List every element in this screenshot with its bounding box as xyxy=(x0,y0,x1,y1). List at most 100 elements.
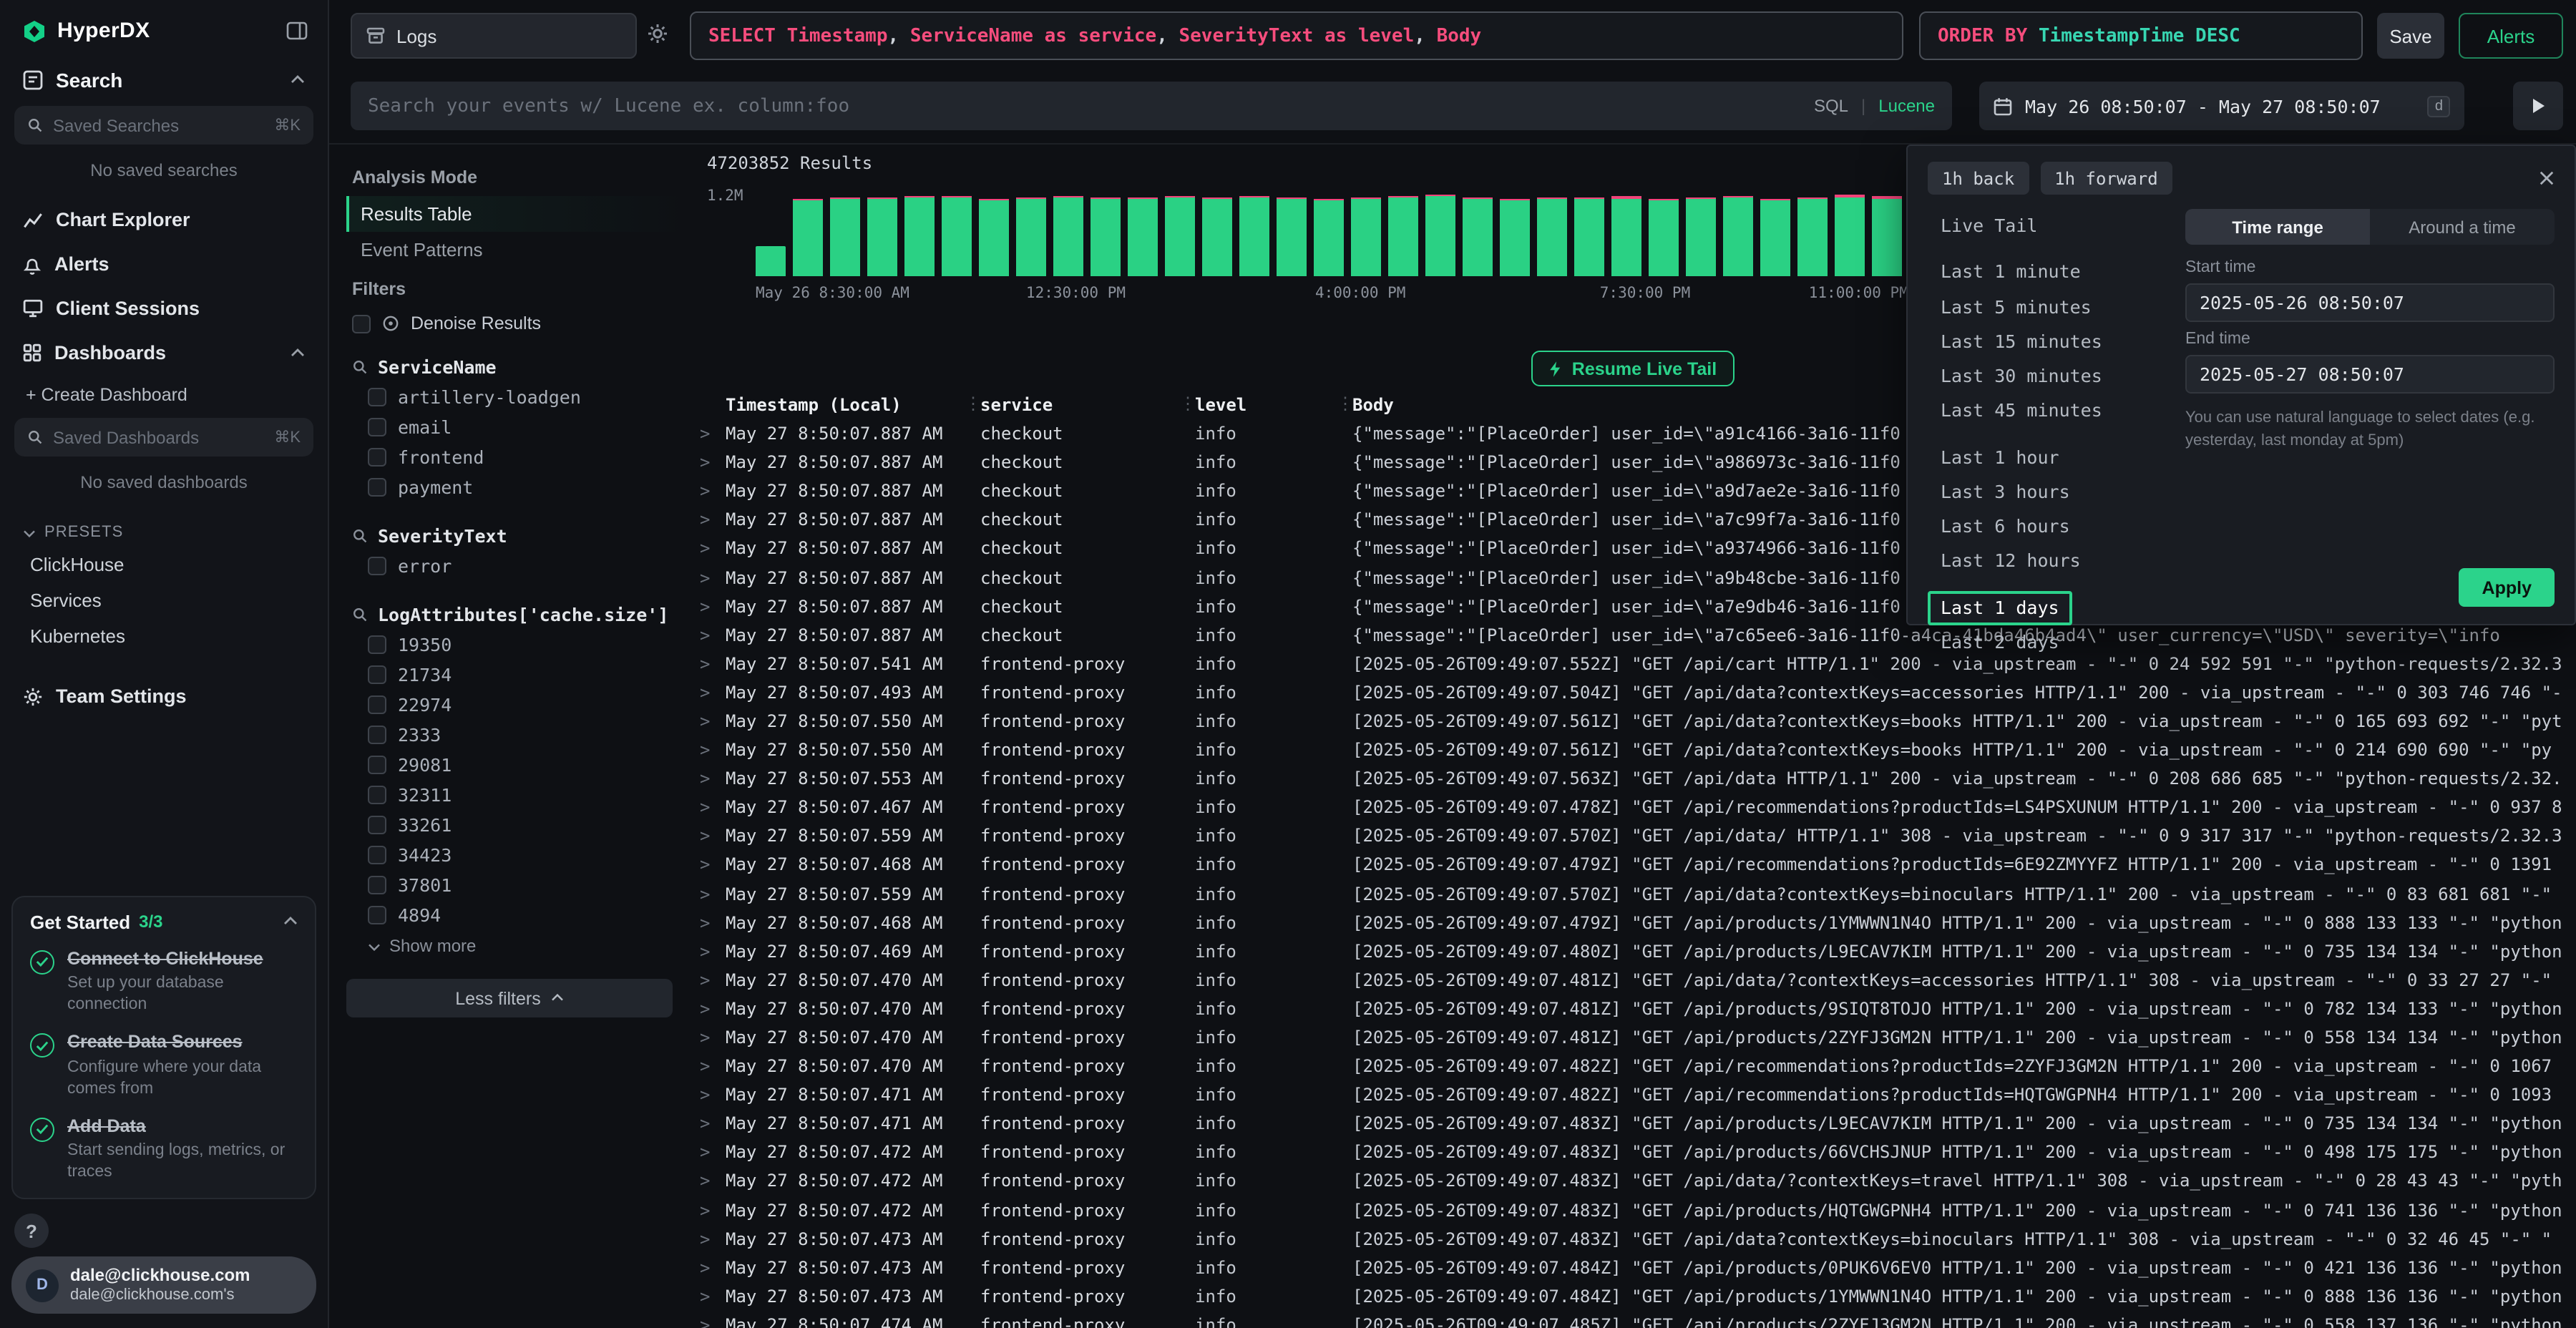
checkbox[interactable] xyxy=(368,478,386,497)
time-option[interactable]: Last 1 hour xyxy=(1928,440,2072,475)
log-table-row[interactable]: >May 27 8:50:07.472 AMfrontend-proxyinfo… xyxy=(690,1167,2576,1196)
log-table-row[interactable]: >May 27 8:50:07.467 AMfrontend-proxyinfo… xyxy=(690,793,2576,821)
sidebar-item-team-settings[interactable]: Team Settings xyxy=(0,674,328,718)
expand-row-chevron[interactable]: > xyxy=(700,1315,726,1328)
histogram-bar[interactable] xyxy=(1425,194,1455,276)
preset-item-clickhouse[interactable]: ClickHouse xyxy=(0,547,328,582)
log-table-row[interactable]: >May 27 8:50:07.559 AMfrontend-proxyinfo… xyxy=(690,879,2576,908)
histogram-bar[interactable] xyxy=(942,195,972,276)
histogram-bar[interactable] xyxy=(793,199,823,277)
expand-row-chevron[interactable]: > xyxy=(700,1229,726,1249)
log-table-row[interactable]: >May 27 8:50:07.472 AMfrontend-proxyinfo… xyxy=(690,1138,2576,1167)
histogram-bar[interactable] xyxy=(1649,199,1679,276)
checkbox[interactable] xyxy=(368,557,386,575)
checkbox[interactable] xyxy=(368,906,386,924)
histogram-bar[interactable] xyxy=(1016,197,1046,276)
checkbox[interactable] xyxy=(368,448,386,467)
expand-row-chevron[interactable]: > xyxy=(700,826,726,846)
histogram-bar[interactable] xyxy=(1760,198,1790,276)
histogram-bar[interactable] xyxy=(904,196,935,276)
filter-checkbox-item[interactable]: 34423 xyxy=(329,840,690,870)
histogram-bar[interactable] xyxy=(1835,195,1865,276)
get-started-step[interactable]: Add Data Start sending logs, metrics, or… xyxy=(30,1115,298,1183)
filter-checkbox-item[interactable]: 22974 xyxy=(329,690,690,720)
time-option[interactable]: Last 1 minute xyxy=(1928,255,2094,290)
select-clause-editor[interactable]: SELECT Timestamp, ServiceName as service… xyxy=(690,11,1903,60)
expand-row-chevron[interactable]: > xyxy=(700,1258,726,1278)
filter-checkbox-item[interactable]: 21734 xyxy=(329,660,690,690)
histogram-bar[interactable] xyxy=(1053,196,1083,276)
checkbox[interactable] xyxy=(368,695,386,714)
histogram-bar[interactable] xyxy=(1128,198,1158,276)
time-option[interactable]: Live Tail xyxy=(1928,209,2050,244)
log-table-row[interactable]: >May 27 8:50:07.468 AMfrontend-proxyinfo… xyxy=(690,908,2576,937)
log-table-row[interactable]: >May 27 8:50:07.473 AMfrontend-proxyinfo… xyxy=(690,1253,2576,1281)
histogram-bar[interactable] xyxy=(979,199,1009,276)
header-timestamp[interactable]: Timestamp (Local) xyxy=(726,395,980,415)
shift-1h-forward-button[interactable]: 1h forward xyxy=(2040,162,2172,195)
expand-row-chevron[interactable]: > xyxy=(700,970,726,990)
time-option[interactable]: Last 5 minutes xyxy=(1928,290,2104,325)
create-dashboard-button[interactable]: + Create Dashboard xyxy=(0,375,328,418)
expand-row-chevron[interactable]: > xyxy=(700,855,726,875)
histogram-bar[interactable] xyxy=(1351,197,1381,276)
checkbox[interactable] xyxy=(368,726,386,744)
user-menu[interactable]: D dale@clickhouse.com dale@clickhouse.co… xyxy=(11,1257,316,1314)
expand-row-chevron[interactable]: > xyxy=(700,539,726,559)
expand-row-chevron[interactable]: > xyxy=(700,1143,726,1163)
time-option[interactable]: Last 6 hours xyxy=(1928,509,2083,545)
checkbox[interactable] xyxy=(368,418,386,436)
expand-row-chevron[interactable]: > xyxy=(700,625,726,645)
histogram-bar[interactable] xyxy=(830,197,860,276)
checkbox[interactable] xyxy=(368,635,386,654)
sidebar-item-chart-explorer[interactable]: Chart Explorer xyxy=(0,197,328,242)
log-table-row[interactable]: >May 27 8:50:07.468 AMfrontend-proxyinfo… xyxy=(690,851,2576,879)
histogram-bar[interactable] xyxy=(867,198,897,277)
expand-row-chevron[interactable]: > xyxy=(700,912,726,932)
header-level[interactable]: level xyxy=(1195,395,1352,415)
filter-checkbox-item[interactable]: 33261 xyxy=(329,810,690,840)
expand-row-chevron[interactable]: > xyxy=(700,510,726,530)
filter-checkbox-item[interactable]: 4894 xyxy=(329,900,690,930)
filter-checkbox-item[interactable]: 2333 xyxy=(329,720,690,750)
sql-mode-toggle[interactable]: SQL xyxy=(1814,96,1848,116)
alerts-button[interactable]: Alerts xyxy=(2459,13,2563,59)
time-option[interactable]: Last 2 days xyxy=(1928,625,2072,660)
filter-checkbox-item[interactable]: payment xyxy=(329,472,690,502)
lucene-mode-toggle[interactable]: Lucene xyxy=(1878,96,1935,116)
expand-row-chevron[interactable]: > xyxy=(700,567,726,587)
expand-row-chevron[interactable]: > xyxy=(700,1085,726,1105)
log-table-row[interactable]: >May 27 8:50:07.470 AMfrontend-proxyinfo… xyxy=(690,1023,2576,1052)
time-option[interactable]: Last 15 minutes xyxy=(1928,325,2115,360)
expand-row-chevron[interactable]: > xyxy=(700,740,726,760)
log-table-row[interactable]: >May 27 8:50:07.550 AMfrontend-proxyinfo… xyxy=(690,736,2576,764)
histogram-bar[interactable] xyxy=(1574,198,1604,276)
resume-live-tail-button[interactable]: Resume Live Tail xyxy=(1532,351,1734,386)
histogram-bar[interactable] xyxy=(1723,196,1753,276)
expand-row-chevron[interactable]: > xyxy=(700,1171,726,1191)
expand-row-chevron[interactable]: > xyxy=(700,1200,726,1220)
expand-row-chevron[interactable]: > xyxy=(700,711,726,731)
checkbox[interactable] xyxy=(368,786,386,804)
checkbox[interactable] xyxy=(368,816,386,834)
histogram-bar[interactable] xyxy=(1277,197,1307,276)
filter-checkbox-item[interactable]: email xyxy=(329,412,690,442)
search-input[interactable]: Search your events w/ Lucene ex. column:… xyxy=(351,82,1952,130)
log-table-row[interactable]: >May 27 8:50:07.471 AMfrontend-proxyinfo… xyxy=(690,1110,2576,1138)
checkbox[interactable] xyxy=(368,846,386,864)
filter-checkbox-item[interactable]: artillery-loadgen xyxy=(329,382,690,412)
collapse-sidebar-icon[interactable] xyxy=(286,21,308,40)
histogram-bar[interactable] xyxy=(1537,197,1567,276)
mode-results-table[interactable]: Results Table xyxy=(346,196,690,232)
denoise-results-toggle[interactable]: Denoise Results xyxy=(352,313,667,333)
histogram-bar[interactable] xyxy=(1165,197,1195,277)
log-table-row[interactable]: >May 27 8:50:07.553 AMfrontend-proxyinfo… xyxy=(690,764,2576,793)
log-table-row[interactable]: >May 27 8:50:07.472 AMfrontend-proxyinfo… xyxy=(690,1196,2576,1224)
expand-row-chevron[interactable]: > xyxy=(700,941,726,961)
histogram-bar[interactable] xyxy=(1872,197,1902,277)
run-query-button[interactable] xyxy=(2513,82,2563,130)
expand-row-chevron[interactable]: > xyxy=(700,424,726,444)
log-table-row[interactable]: >May 27 8:50:07.473 AMfrontend-proxyinfo… xyxy=(690,1282,2576,1311)
tab-around-a-time[interactable]: Around a time xyxy=(2370,209,2555,245)
histogram-bar[interactable] xyxy=(1202,197,1232,276)
